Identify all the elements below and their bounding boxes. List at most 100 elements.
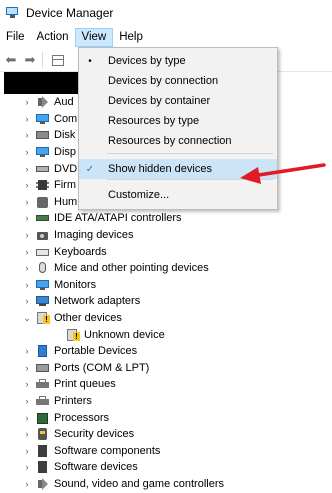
back-arrow-icon[interactable]: ⬅ — [3, 52, 19, 68]
hid-icon — [36, 196, 50, 208]
ide-icon — [36, 212, 50, 224]
chip-icon — [36, 179, 50, 191]
speaker-icon — [36, 96, 50, 109]
expand-chevron-icon[interactable]: › — [22, 97, 32, 107]
forward-arrow-icon[interactable]: ➡ — [22, 52, 38, 68]
expand-chevron-icon[interactable]: › — [22, 429, 32, 439]
tree-item-label: Portable Devices — [54, 345, 138, 358]
tree-item[interactable]: › Monitors — [22, 277, 97, 294]
tree-item[interactable]: › Disk — [22, 127, 76, 144]
tree-item[interactable]: Unknown device — [52, 326, 165, 343]
expand-chevron-icon[interactable]: › — [22, 446, 32, 456]
view-menu-item[interactable]: Devices by container — [79, 91, 277, 111]
tree-item[interactable]: › Ports (COM & LPT) — [22, 360, 150, 377]
expand-chevron-icon[interactable]: › — [22, 363, 32, 373]
tree-item-label: Printers — [54, 395, 92, 408]
warning-device-icon — [36, 312, 50, 325]
keyboard-icon — [36, 246, 50, 258]
expand-chevron-icon[interactable]: › — [22, 130, 32, 140]
tree-item[interactable]: › Portable Devices — [22, 343, 137, 360]
expand-chevron-icon[interactable]: › — [22, 263, 32, 273]
expand-chevron-icon[interactable]: › — [22, 280, 32, 290]
window-title: Device Manager — [26, 6, 114, 20]
expand-chevron-icon[interactable]: › — [22, 213, 32, 223]
warning-device-icon — [66, 328, 80, 341]
expand-chevron-icon[interactable]: › — [22, 296, 32, 306]
tree-item[interactable]: › Keyboards — [22, 243, 107, 260]
view-menu-item-label: Devices by type — [108, 55, 186, 67]
view-menu-item[interactable]: Resources by connection — [79, 131, 277, 151]
tree-item[interactable]: › Disp — [22, 144, 77, 161]
expand-chevron-icon[interactable]: › — [22, 413, 32, 423]
tree-item[interactable]: › Network adapters — [22, 293, 141, 310]
tree-item[interactable]: › Processors — [22, 409, 109, 426]
expand-chevron-icon[interactable]: › — [22, 396, 32, 406]
view-menu-item-label: Resources by type — [108, 115, 200, 127]
tree-item[interactable]: › Printers — [22, 393, 92, 410]
view-menu-item[interactable]: Resources by type — [79, 111, 277, 131]
tree-item-label: Monitors — [54, 278, 97, 291]
expand-chevron-icon[interactable]: › — [22, 247, 32, 257]
expand-chevron-icon[interactable]: › — [22, 197, 32, 207]
monitor-icon — [36, 279, 50, 291]
tree-item[interactable]: › Imaging devices — [22, 227, 134, 244]
tree-item-label: Security devices — [54, 428, 135, 441]
portable-icon — [36, 345, 50, 358]
view-menu-item[interactable]: ✓ Show hidden devices — [79, 159, 277, 179]
menu-view[interactable]: View — [74, 28, 114, 47]
tree-item-label: Other devices — [54, 312, 122, 325]
menu-help[interactable]: Help — [113, 28, 149, 47]
sound-icon — [36, 478, 50, 491]
checkmark-icon: ✓ — [85, 163, 95, 175]
port-icon — [36, 362, 50, 374]
radio-bullet-icon: • — [88, 55, 92, 67]
device-manager-icon — [6, 7, 20, 19]
tree-item[interactable]: › Software devices — [22, 459, 138, 476]
tree-item[interactable]: › IDE ATA/ATAPI controllers — [22, 210, 182, 227]
expand-chevron-icon[interactable]: › — [22, 462, 32, 472]
tree-item-label: Aud — [54, 96, 74, 109]
tree-item-label: Disk — [54, 129, 76, 142]
component-icon — [36, 444, 50, 457]
tree-item-label: Sound, video and game controllers — [54, 478, 224, 491]
tree-item[interactable]: › Security devices — [22, 426, 134, 443]
tree-item-label: Hum — [54, 195, 78, 208]
expand-chevron-icon[interactable]: › — [22, 379, 32, 389]
network-icon — [36, 295, 50, 307]
view-menu-item[interactable]: • Devices by type — [79, 51, 277, 71]
expand-chevron-icon[interactable]: ⌄ — [22, 313, 32, 324]
camera-icon — [36, 229, 50, 241]
view-menu-item-label: Customize... — [108, 189, 170, 201]
expand-chevron-icon[interactable]: › — [22, 346, 32, 356]
expand-chevron-icon[interactable]: › — [22, 180, 32, 190]
tree-item[interactable]: › Aud — [22, 94, 74, 111]
properties-grid-icon[interactable] — [50, 52, 66, 68]
tree-item-label: Unknown device — [84, 328, 165, 341]
view-menu-item[interactable]: Devices by connection — [79, 71, 277, 91]
tree-item-label: Ports (COM & LPT) — [54, 361, 150, 374]
expand-chevron-icon[interactable]: › — [22, 164, 32, 174]
expand-chevron-icon[interactable]: › — [22, 230, 32, 240]
expand-chevron-icon[interactable]: › — [22, 114, 32, 124]
tree-item[interactable]: › Software components — [22, 443, 160, 460]
tree-item[interactable]: › Mice and other pointing devices — [22, 260, 209, 277]
expand-chevron-icon[interactable]: › — [22, 147, 32, 157]
tree-item[interactable]: › Firm — [22, 177, 77, 194]
tree-item-label: Imaging devices — [54, 229, 134, 242]
tree-item[interactable]: › Sound, video and game controllers — [22, 476, 224, 493]
view-menu-item[interactable]: Customize... — [79, 185, 277, 205]
expand-chevron-icon[interactable]: › — [22, 479, 32, 489]
tree-item[interactable]: › Print queues — [22, 376, 116, 393]
component-icon — [36, 461, 50, 474]
tree-item[interactable]: ⌄ Other devices — [22, 310, 122, 327]
monitor-icon — [36, 113, 50, 125]
display-icon — [36, 146, 50, 158]
menu-action[interactable]: Action — [31, 28, 75, 47]
tree-item[interactable]: › Hum — [22, 194, 77, 211]
menu-file[interactable]: File — [0, 28, 31, 47]
tree-item-label: Firm — [54, 179, 76, 192]
tree-item[interactable]: › Com — [22, 111, 78, 128]
disk-icon — [36, 129, 50, 141]
view-menu-dropdown: • Devices by type Devices by connection Dev… — [78, 47, 278, 210]
tree-item[interactable]: › DVD — [22, 160, 78, 177]
